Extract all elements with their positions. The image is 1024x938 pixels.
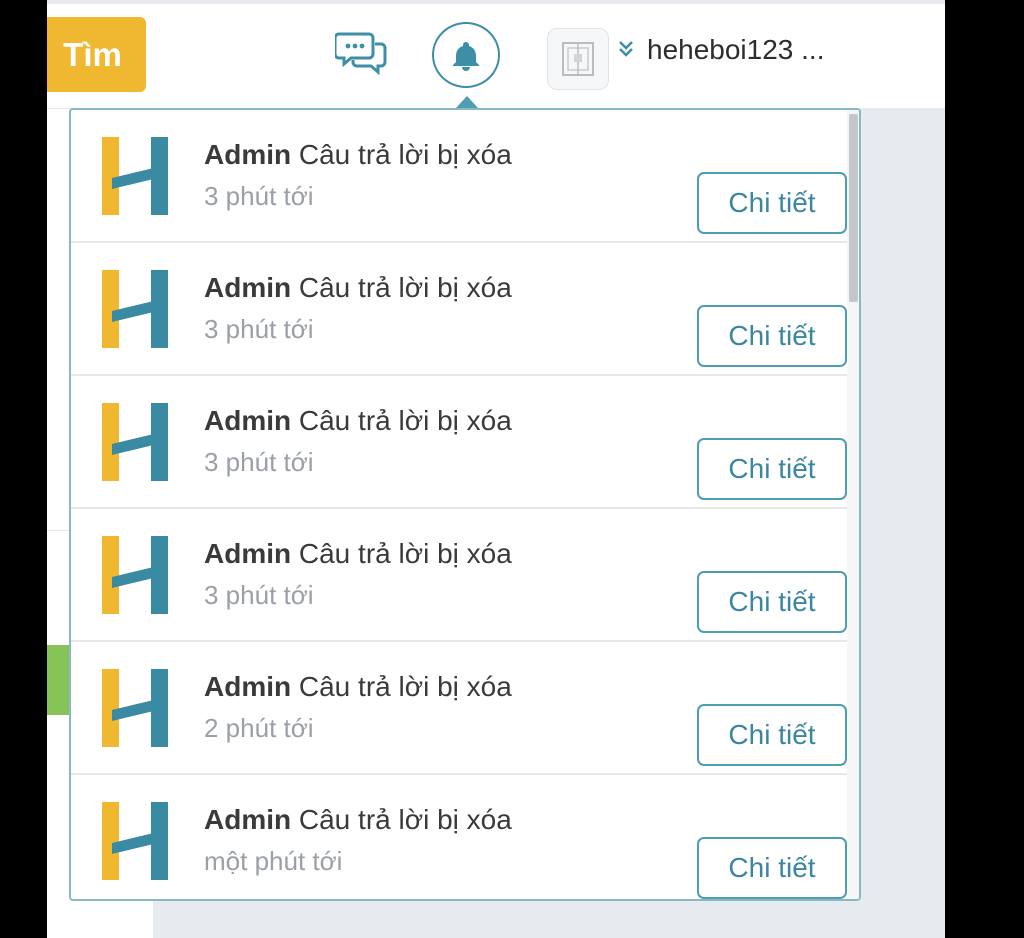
notification-time: 3 phút tới [204, 447, 314, 477]
detail-button[interactable]: Chi tiết [697, 837, 847, 899]
bell-icon [453, 42, 479, 71]
detail-button[interactable]: Chi tiết [697, 172, 847, 234]
scrollbar-thumb[interactable] [849, 114, 858, 302]
notification-item[interactable]: Admin Câu trả lời bị xóa 3 phút tới Chi ti… [71, 243, 847, 376]
notification-sender: Admin [204, 671, 292, 702]
h-logo-icon [100, 536, 170, 614]
notification-title: Admin Câu trả lời bị xóa [204, 139, 512, 171]
notification-item[interactable]: Admin Câu trả lời bị xóa 3 phút tới Chi ti… [71, 376, 847, 509]
h-logo-icon [100, 802, 170, 880]
notifications-dropdown: Admin Câu trả lời bị xóa 3 phút tới Chi ti… [69, 108, 861, 901]
notification-sender: Admin [204, 272, 292, 303]
dropdown-caret [456, 96, 478, 108]
h-logo-icon [100, 403, 170, 481]
h-logo-icon [100, 270, 170, 348]
notification-title: Admin Câu trả lời bị xóa [204, 405, 512, 437]
avatar[interactable] [547, 28, 609, 90]
notification-title: Admin Câu trả lời bị xóa [204, 538, 512, 570]
notification-time: 3 phút tới [204, 181, 314, 211]
chat-bubbles-icon[interactable] [333, 28, 389, 78]
notifications-button[interactable] [432, 22, 500, 88]
notification-title: Admin Câu trả lời bị xóa [204, 671, 512, 703]
notification-message: Câu trả lời bị xóa [298, 139, 512, 170]
scrollbar[interactable] [847, 110, 859, 899]
detail-button[interactable]: Chi tiết [697, 438, 847, 500]
green-button-edge[interactable] [47, 645, 71, 715]
notification-time: 2 phút tới [204, 713, 314, 743]
notification-time: 3 phút tới [204, 580, 314, 610]
notification-sender: Admin [204, 538, 292, 569]
top-border [47, 0, 945, 4]
notification-message: Câu trả lời bị xóa [298, 538, 512, 569]
notification-message: Câu trả lời bị xóa [298, 272, 512, 303]
notification-item[interactable]: Admin Câu trả lời bị xóa 3 phút tới Chi ti… [71, 110, 847, 243]
notification-title: Admin Câu trả lời bị xóa [204, 804, 512, 836]
h-logo-icon [100, 137, 170, 215]
username[interactable]: heheboi123 ... [647, 34, 825, 66]
detail-button[interactable]: Chi tiết [697, 305, 847, 367]
notification-item[interactable]: Admin Câu trả lời bị xóa 3 phút tới Chi ti… [71, 509, 847, 642]
notification-message: Câu trả lời bị xóa [298, 405, 512, 436]
notification-sender: Admin [204, 804, 292, 835]
detail-button[interactable]: Chi tiết [697, 704, 847, 766]
notification-list: Admin Câu trả lời bị xóa 3 phút tới Chi ti… [71, 110, 859, 899]
detail-button[interactable]: Chi tiết [697, 571, 847, 633]
notification-time: 3 phút tới [204, 314, 314, 344]
notification-message: Câu trả lời bị xóa [298, 804, 512, 835]
notification-sender: Admin [204, 405, 292, 436]
notification-sender: Admin [204, 139, 292, 170]
h-logo-icon [100, 669, 170, 747]
notification-item[interactable]: Admin Câu trả lời bị xóa một phút tới Chi … [71, 775, 847, 899]
notification-time: một phút tới [204, 846, 343, 876]
notification-message: Câu trả lời bị xóa [298, 671, 512, 702]
double-chevron-down-icon[interactable] [618, 38, 634, 66]
page-viewport: Tìm heheboi123 ... Admin Câu trả lời bị … [47, 0, 945, 938]
search-button[interactable]: Tìm [47, 17, 146, 92]
notification-title: Admin Câu trả lời bị xóa [204, 272, 512, 304]
notification-item[interactable]: Admin Câu trả lời bị xóa 2 phút tới Chi ti… [71, 642, 847, 775]
avatar-icon [562, 42, 594, 76]
